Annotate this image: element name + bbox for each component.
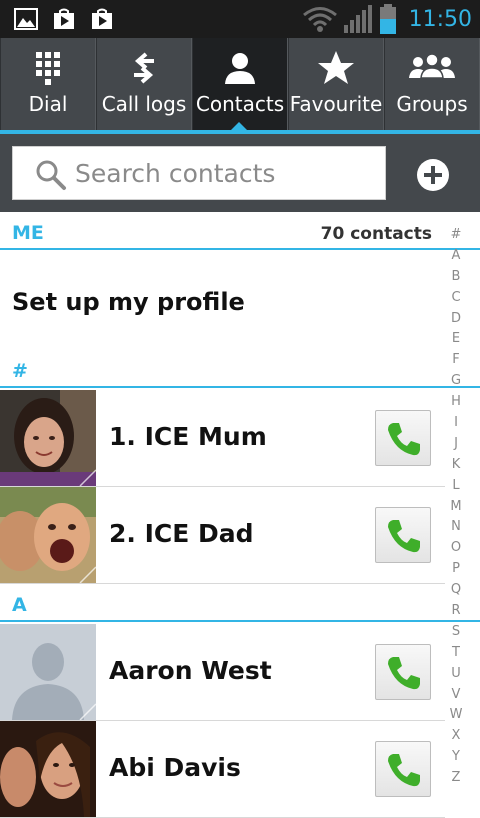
index-letter[interactable]: K (446, 455, 466, 476)
call-button[interactable] (375, 741, 431, 797)
setup-profile-row[interactable]: Set up my profile (0, 252, 445, 350)
dialpad-icon (36, 52, 60, 85)
section-label: # (12, 360, 28, 382)
tab-groups[interactable]: Groups (384, 38, 480, 130)
alphabet-index[interactable]: # A B C D E F G H I J K L M N O P Q R S T U V W X Y Z (446, 225, 466, 789)
index-letter[interactable]: Y (446, 747, 466, 768)
wifi-icon (302, 7, 337, 32)
index-letter[interactable]: W (446, 705, 466, 726)
index-letter[interactable]: E (446, 329, 466, 350)
index-letter[interactable]: M (446, 497, 466, 518)
index-letter[interactable]: U (446, 664, 466, 685)
star-icon (318, 51, 354, 84)
section-divider (0, 386, 480, 388)
contact-name: 1. ICE Mum (109, 422, 267, 451)
avatar (0, 721, 96, 817)
index-letter[interactable]: T (446, 643, 466, 664)
avatar (0, 390, 96, 486)
index-letter[interactable]: D (446, 309, 466, 330)
phone-icon (388, 754, 420, 787)
add-contact-button[interactable] (416, 158, 450, 192)
index-letter[interactable]: X (446, 726, 466, 747)
index-letter[interactable]: V (446, 685, 466, 706)
index-letter[interactable]: C (446, 288, 466, 309)
call-button[interactable] (375, 644, 431, 700)
index-letter[interactable]: G (446, 371, 466, 392)
contact-name: Abi Davis (109, 753, 241, 782)
tab-bar: Dial Call logs Contacts Favourite Groups (0, 38, 480, 130)
contact-count: 70 contacts (320, 224, 432, 244)
index-letter[interactable]: H (446, 392, 466, 413)
tab-dial[interactable]: Dial (0, 38, 96, 130)
index-letter[interactable]: Z (446, 768, 466, 789)
phone-icon (388, 423, 420, 456)
contact-row[interactable]: 2. ICE Dad (0, 487, 445, 584)
tab-label: Groups (396, 92, 468, 116)
signal-icon (343, 5, 372, 33)
index-letter[interactable]: I (446, 413, 466, 434)
index-letter[interactable]: Q (446, 580, 466, 601)
default-avatar-icon (0, 624, 96, 720)
index-letter[interactable]: L (446, 476, 466, 497)
section-divider (0, 248, 480, 250)
search-icon (36, 160, 66, 190)
avatar (0, 624, 96, 720)
contact-name: 2. ICE Dad (109, 519, 254, 548)
search-box[interactable] (12, 146, 386, 200)
section-label: ME (12, 222, 44, 244)
index-letter[interactable]: S (446, 622, 466, 643)
play-store-notification-icon (92, 8, 112, 29)
gallery-notification-icon (14, 8, 38, 30)
index-letter[interactable]: R (446, 601, 466, 622)
tab-contacts[interactable]: Contacts (192, 38, 288, 130)
contact-row[interactable]: Aaron West (0, 624, 445, 721)
avatar (0, 487, 96, 583)
battery-icon (379, 4, 396, 34)
call-button[interactable] (375, 507, 431, 563)
section-divider (0, 620, 480, 622)
clock: 11:50 (408, 6, 472, 32)
index-letter[interactable]: N (446, 517, 466, 538)
search-input[interactable] (75, 157, 375, 189)
active-tab-pointer (230, 122, 248, 131)
contact-name: Aaron West (109, 656, 272, 685)
index-letter[interactable]: A (446, 246, 466, 267)
person-icon (225, 53, 255, 84)
index-letter[interactable]: O (446, 538, 466, 559)
section-header-a: A (0, 586, 480, 622)
group-icon (409, 53, 455, 79)
index-letter[interactable]: P (446, 559, 466, 580)
phone-icon (388, 520, 420, 553)
setup-profile-label: Set up my profile (12, 288, 245, 316)
search-row (0, 134, 480, 212)
tab-label: Call logs (101, 92, 187, 116)
index-letter[interactable]: # (446, 225, 466, 246)
tab-favourite[interactable]: Favourite (288, 38, 384, 130)
tab-label: Favourite (289, 92, 383, 116)
call-button[interactable] (375, 410, 431, 466)
tab-call-logs[interactable]: Call logs (96, 38, 192, 130)
section-header-me: ME 70 contacts (0, 214, 480, 250)
status-bar: 11:50 (0, 0, 480, 38)
index-letter[interactable]: B (446, 267, 466, 288)
section-label: A (12, 594, 27, 616)
contact-row[interactable]: Abi Davis (0, 721, 445, 818)
index-letter[interactable]: F (446, 350, 466, 371)
phone-icon (388, 657, 420, 690)
tab-label: Dial (28, 92, 68, 116)
play-store-notification-icon (54, 8, 74, 29)
contact-row[interactable]: 1. ICE Mum (0, 390, 445, 487)
call-logs-icon (134, 52, 154, 84)
tab-label: Contacts (195, 92, 285, 116)
section-header-hash: # (0, 352, 480, 388)
index-letter[interactable]: J (446, 434, 466, 455)
